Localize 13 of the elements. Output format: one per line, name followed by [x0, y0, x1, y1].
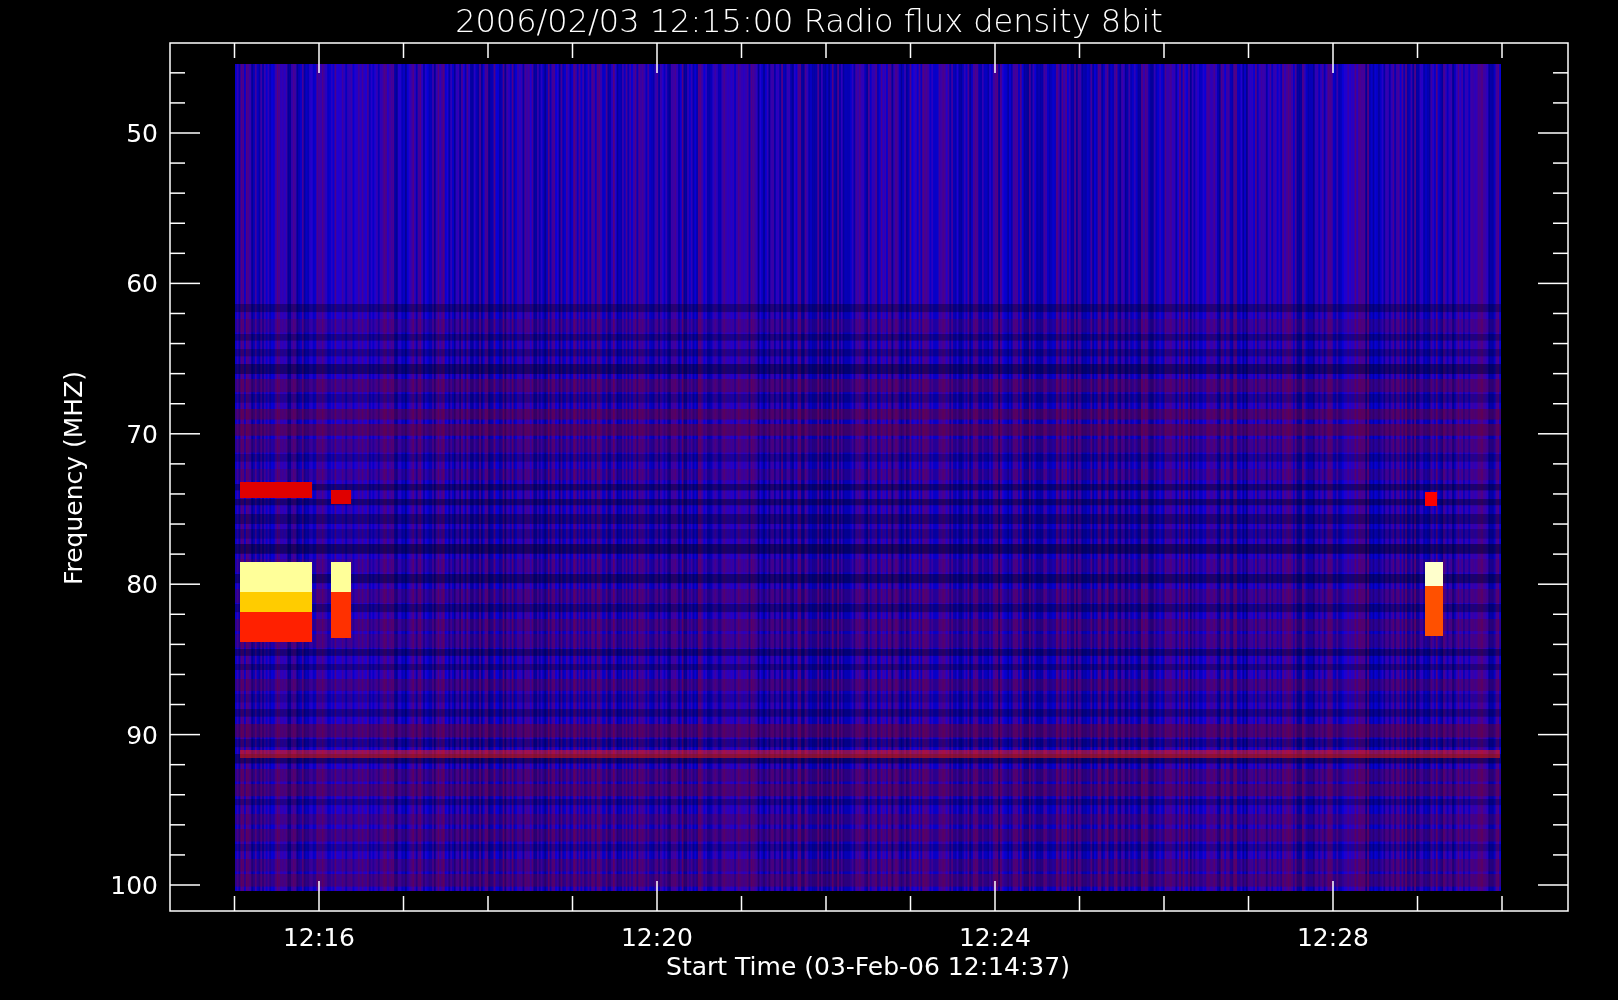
y-tick-label: 80: [126, 570, 158, 600]
y-axis-label: Frequency (MHZ): [59, 370, 88, 586]
plot-title: 2006/02/03 12:15:00 Radio flux density 8bit: [455, 2, 1163, 40]
y-tick-label: 90: [126, 720, 158, 750]
y-tick-label: 100: [110, 871, 158, 900]
x-tick-label: 12:24: [959, 923, 1031, 952]
y-tick-label: 70: [126, 419, 158, 449]
x-tick-label: 12:28: [1297, 923, 1369, 952]
x-tick-label: 12:20: [621, 923, 693, 952]
x-axis-label: Start Time (03-Feb-06 12:14:37): [666, 952, 1070, 981]
x-tick-label: 12:16: [283, 923, 355, 952]
y-tick-label: 60: [126, 269, 158, 299]
y-tick-label: 50: [126, 119, 158, 148]
